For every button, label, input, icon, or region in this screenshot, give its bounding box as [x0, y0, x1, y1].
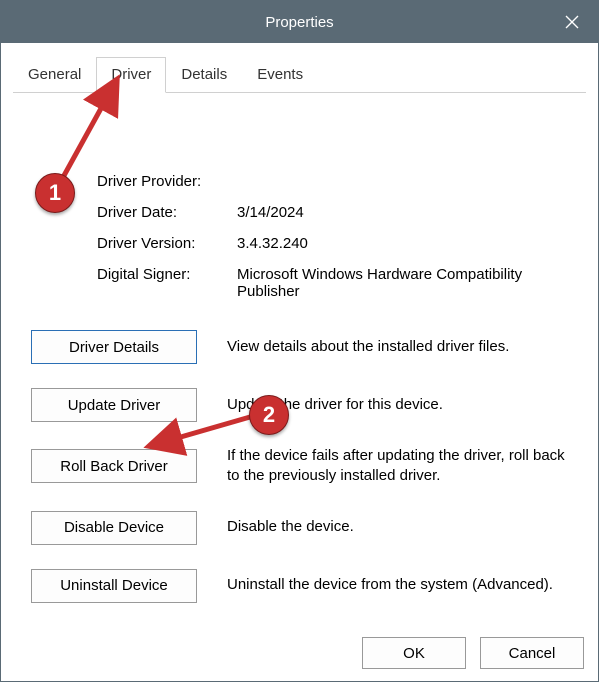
titlebar: Properties — [1, 1, 598, 43]
cancel-button[interactable]: Cancel — [480, 637, 584, 669]
tab-general[interactable]: General — [13, 57, 96, 93]
driver-details-desc: View details about the installed driver … — [227, 337, 572, 357]
roll-back-driver-desc: If the device fails after updating the d… — [227, 446, 572, 487]
properties-window: Properties General Driver Details Events… — [0, 0, 599, 682]
driver-version-label: Driver Version: — [97, 235, 227, 252]
update-driver-desc: Update the driver for this device. — [227, 395, 572, 415]
tab-details[interactable]: Details — [166, 57, 242, 93]
tab-events[interactable]: Events — [242, 57, 318, 93]
client-area: General Driver Details Events Driver Pro… — [1, 43, 598, 633]
digital-signer-label: Digital Signer: — [97, 266, 227, 300]
driver-date-value: 3/14/2024 — [237, 204, 572, 221]
driver-actions: Driver Details View details about the in… — [31, 330, 572, 603]
close-button[interactable] — [546, 1, 598, 43]
driver-details-button[interactable]: Driver Details — [31, 330, 197, 364]
ok-button[interactable]: OK — [362, 637, 466, 669]
driver-version-value: 3.4.32.240 — [237, 235, 572, 252]
close-icon — [565, 15, 579, 29]
driver-info-grid: Driver Provider: Driver Date: 3/14/2024 … — [97, 173, 572, 300]
driver-provider-label: Driver Provider: — [97, 173, 227, 190]
tab-strip: General Driver Details Events — [13, 57, 586, 93]
disable-device-desc: Disable the device. — [227, 517, 572, 537]
digital-signer-value: Microsoft Windows Hardware Compatibility… — [237, 266, 572, 300]
update-driver-button[interactable]: Update Driver — [31, 388, 197, 422]
driver-tab-panel: Driver Provider: Driver Date: 3/14/2024 … — [13, 93, 586, 633]
driver-date-label: Driver Date: — [97, 204, 227, 221]
driver-provider-value — [237, 173, 572, 190]
roll-back-driver-button[interactable]: Roll Back Driver — [31, 449, 197, 483]
dialog-footer: OK Cancel — [362, 637, 584, 669]
window-title: Properties — [265, 14, 333, 31]
uninstall-device-button[interactable]: Uninstall Device — [31, 569, 197, 603]
tab-driver[interactable]: Driver — [96, 57, 166, 93]
uninstall-device-desc: Uninstall the device from the system (Ad… — [227, 575, 572, 595]
disable-device-button[interactable]: Disable Device — [31, 511, 197, 545]
